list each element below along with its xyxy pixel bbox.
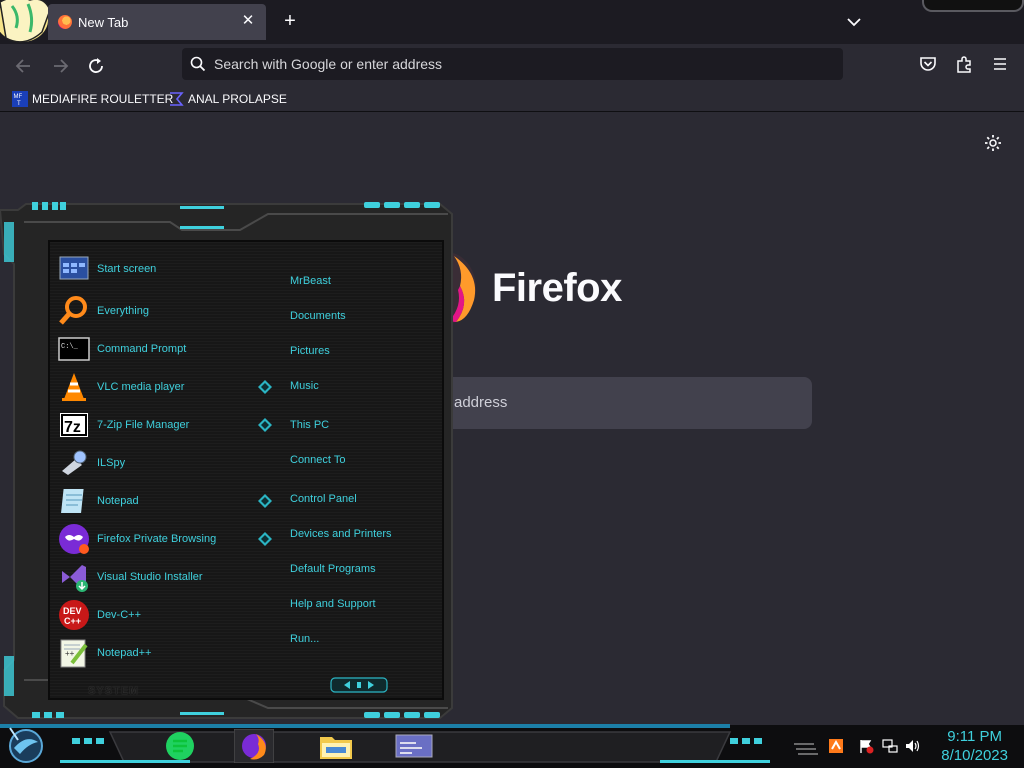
newtab-search-box[interactable]: address: [440, 377, 812, 429]
svg-text:7z: 7z: [64, 419, 81, 436]
bookmark-label: ANAL PROLAPSE: [188, 92, 287, 106]
start-item-label: Start screen: [97, 263, 157, 275]
start-item-firefox-private[interactable]: Firefox Private Browsing: [58, 523, 216, 555]
start-item-vlc[interactable]: VLC media player: [58, 371, 184, 403]
dev-cpp-icon: DEV C++: [59, 600, 89, 630]
start-link-control-panel[interactable]: Control Panel: [290, 493, 357, 505]
gear-icon[interactable]: [983, 133, 1003, 153]
start-screen-icon: [59, 256, 89, 280]
extensions-puzzle-icon[interactable]: [952, 52, 976, 76]
mediafire-favicon-icon: MF T: [12, 91, 28, 107]
start-item-label: Everything: [97, 305, 149, 317]
clock-date[interactable]: 8/10/2023: [932, 747, 1008, 764]
start-link-run[interactable]: Run...: [290, 633, 319, 645]
bookmark-second[interactable]: ANAL PROLAPSE: [168, 89, 287, 109]
search-icon: [190, 56, 206, 72]
window-icon[interactable]: [394, 729, 434, 763]
tray-app-icon[interactable]: [828, 738, 844, 754]
address-input[interactable]: [214, 48, 814, 80]
start-item-label: Visual Studio Installer: [97, 571, 203, 583]
start-link-music[interactable]: Music: [290, 380, 319, 392]
expand-diamond-icon[interactable]: [258, 532, 272, 546]
tab-strip: New Tab ✕ +: [0, 0, 1024, 44]
svg-text:C++: C++: [64, 616, 81, 626]
start-item-label: Notepad: [97, 495, 139, 507]
desktop: New Tab ✕ + Search with Google or enter …: [0, 0, 1024, 768]
start-item-everything[interactable]: Everything: [58, 295, 149, 327]
window-corner-decoration: [922, 0, 1024, 12]
start-item-notepad[interactable]: Notepad: [58, 485, 139, 517]
start-item-7zip[interactable]: 7z 7-Zip File Manager: [58, 409, 189, 441]
svg-text:++: ++: [65, 649, 75, 658]
start-link-help-and-support[interactable]: Help and Support: [290, 598, 376, 610]
svg-text:DEV: DEV: [63, 606, 82, 616]
start-item-dev-cpp[interactable]: DEV C++ Dev-C++: [58, 599, 141, 631]
start-item-label: ILSpy: [97, 457, 126, 469]
start-item-visual-studio-installer[interactable]: Visual Studio Installer: [58, 561, 203, 593]
forward-arrow-icon[interactable]: [46, 52, 74, 80]
file-explorer-icon[interactable]: [316, 729, 356, 763]
newtab-search-placeholder: address: [454, 394, 508, 411]
back-arrow-icon[interactable]: [10, 52, 38, 80]
chevron-down-icon[interactable]: [842, 10, 866, 34]
start-item-notepad-plus-plus[interactable]: ++ Notepad++: [58, 637, 151, 669]
address-bar[interactable]: [182, 48, 843, 80]
visual-studio-installer-icon: [62, 565, 88, 592]
notes-app-icon[interactable]: [160, 729, 200, 763]
action-center-flag-icon[interactable]: [858, 738, 874, 754]
start-item-ilspy[interactable]: ILSpy: [58, 447, 125, 479]
command-prompt-icon: C:\_: [58, 337, 90, 361]
tab-title: New Tab: [78, 15, 129, 30]
firefox-favicon-icon: [58, 15, 72, 29]
expand-diamond-icon[interactable]: [258, 494, 272, 508]
start-item-label: Dev-C++: [97, 609, 142, 621]
svg-text:T: T: [17, 101, 21, 107]
start-link-devices-and-printers[interactable]: Devices and Printers: [290, 528, 392, 540]
bookmark-mediafire-rouletter[interactable]: MF T MEDIAFIRE ROULETTER: [12, 89, 173, 109]
expand-diamond-icon[interactable]: [258, 380, 272, 394]
start-link-default-programs[interactable]: Default Programs: [290, 563, 376, 575]
ilspy-icon: [62, 450, 87, 475]
volume-icon[interactable]: [904, 738, 920, 754]
start-item-label: Firefox Private Browsing: [97, 533, 217, 545]
start-link-mrbeast[interactable]: MrBeast: [290, 275, 331, 287]
start-item-command-prompt[interactable]: C:\_ Command Prompt: [58, 333, 186, 365]
pocket-icon[interactable]: [916, 52, 940, 76]
svg-text:MF: MF: [14, 94, 23, 100]
start-link-connect-to[interactable]: Connect To: [290, 454, 345, 466]
notepad-icon: [61, 489, 84, 513]
bookmarks-toolbar: MF T MEDIAFIRE ROULETTER ANAL PROLAPSE: [0, 86, 1024, 112]
start-item-label: Command Prompt: [97, 343, 187, 355]
firefox-icon[interactable]: [234, 729, 274, 763]
start-menu-system-label: SYSTEM: [88, 685, 140, 697]
bookmark-label: MEDIAFIRE ROULETTER: [32, 92, 174, 106]
expand-diamond-icon[interactable]: [258, 418, 272, 432]
firefox-wordmark: Firefox: [492, 266, 622, 310]
hamburger-menu-icon[interactable]: [988, 52, 1012, 76]
tab-new-tab[interactable]: New Tab ✕: [48, 4, 266, 40]
vlc-icon: [62, 373, 86, 401]
shutdown-arrows-icon[interactable]: [330, 677, 388, 693]
7zip-icon: 7z: [60, 413, 88, 437]
start-item-label: 7-Zip File Manager: [97, 419, 190, 431]
start-item-start-screen[interactable]: Start screen: [58, 253, 156, 285]
bookmark-favicon-icon: [170, 92, 184, 106]
network-icon[interactable]: [882, 738, 898, 754]
start-item-label: Notepad++: [97, 647, 152, 659]
notepad-plus-plus-icon: ++: [60, 639, 88, 668]
everything-icon: [59, 296, 87, 325]
start-link-documents[interactable]: Documents: [290, 310, 346, 322]
start-item-label: VLC media player: [97, 381, 185, 393]
svg-text:C:\_: C:\_: [61, 343, 79, 351]
reload-icon[interactable]: [82, 52, 110, 80]
firefox-private-icon: [59, 524, 89, 554]
tab-close-button[interactable]: ✕: [238, 11, 258, 31]
clock-time[interactable]: 9:11 PM: [940, 728, 1002, 745]
new-tab-button[interactable]: +: [278, 9, 302, 33]
start-link-pictures[interactable]: Pictures: [290, 345, 330, 357]
start-link-this-pc[interactable]: This PC: [290, 419, 329, 431]
start-orb-button[interactable]: [6, 724, 46, 764]
